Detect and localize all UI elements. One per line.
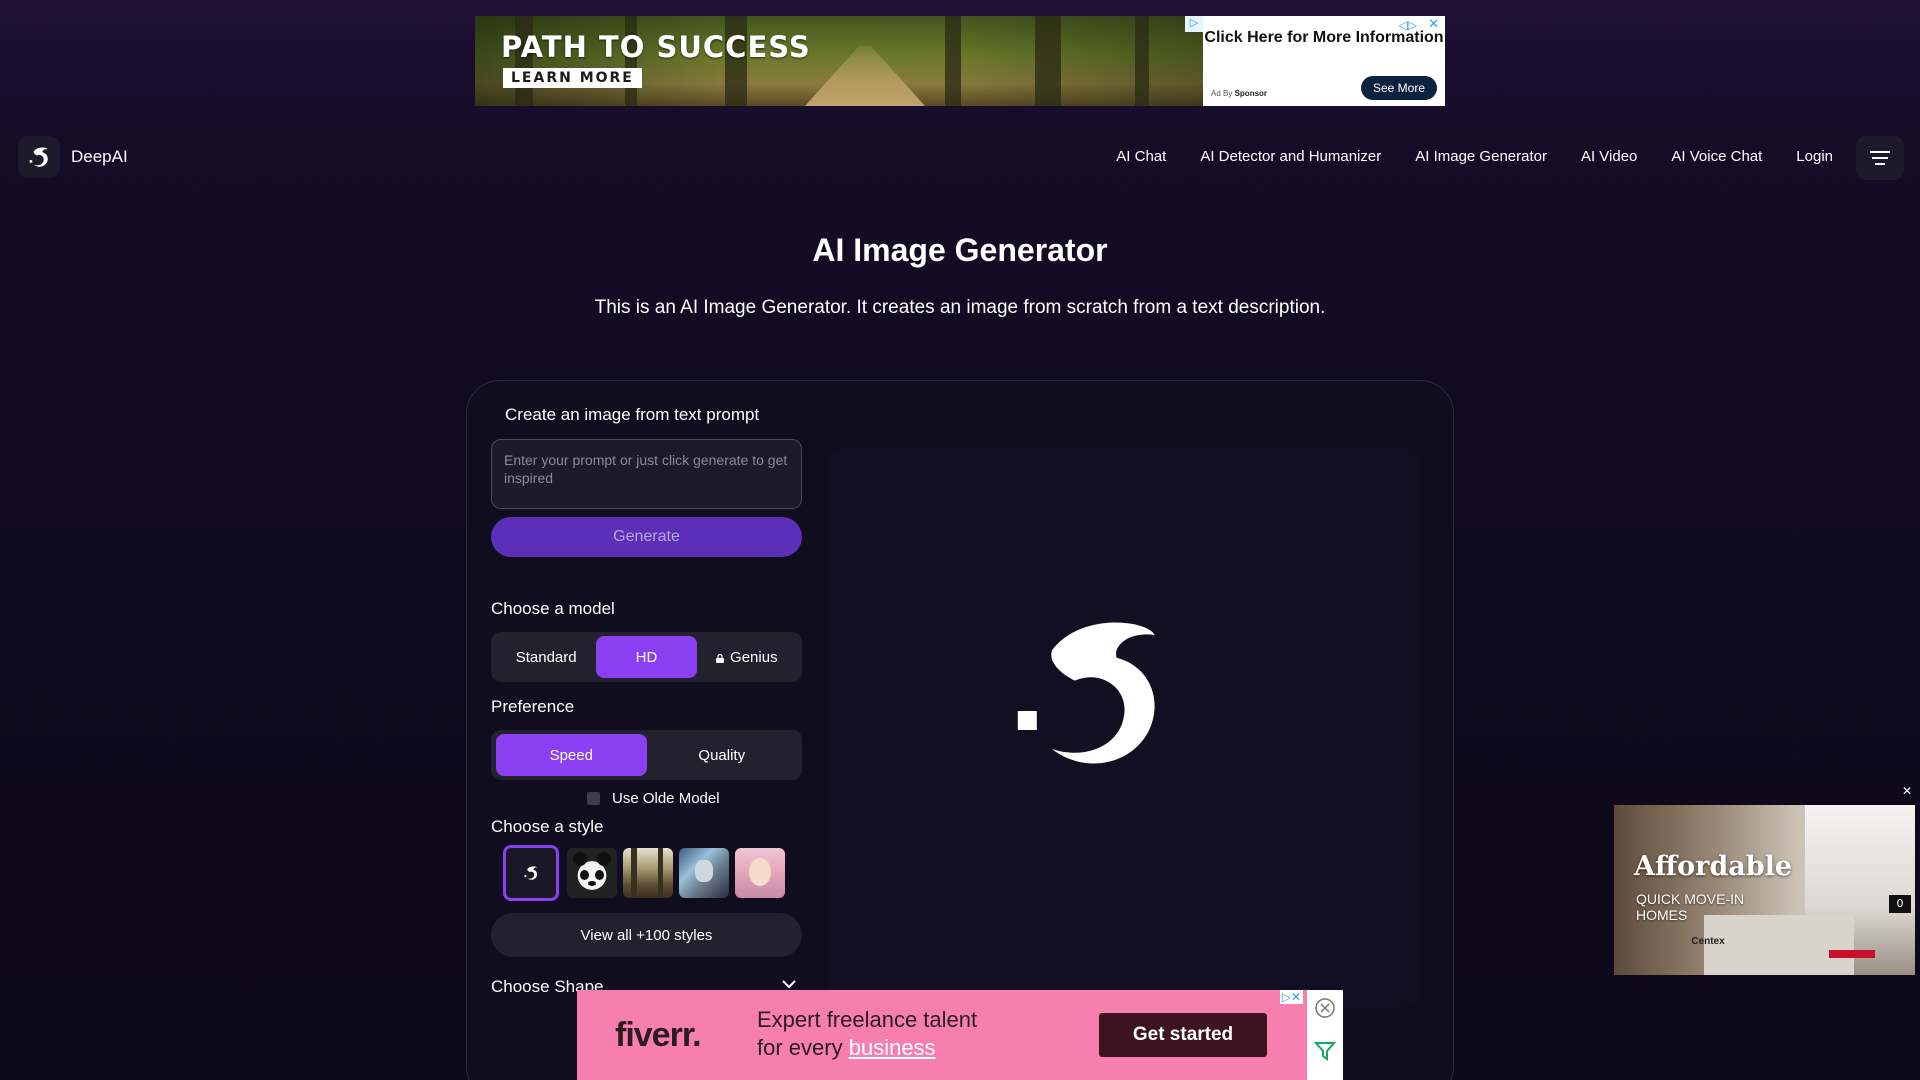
model-label: Choose a model — [491, 599, 615, 618]
style-thumbnails — [503, 845, 785, 901]
style-label: Choose a style — [491, 817, 604, 836]
video-ad-close-icon[interactable]: ✕ — [1902, 784, 1912, 798]
ad-side-text[interactable]: Click Here for More Information — [1203, 28, 1445, 48]
nav-ai-video[interactable]: AI Video — [1581, 148, 1637, 165]
panel-title: Create an image from text prompt — [505, 405, 760, 424]
olde-model-checkbox[interactable] — [587, 792, 600, 805]
generator-card: Create an image from text prompt Generat… — [466, 380, 1454, 1080]
ad-sponsor: Ad By Sponsor — [1211, 89, 1268, 98]
nav-ai-voice-chat[interactable]: AI Voice Chat — [1671, 148, 1762, 165]
image-output-area — [829, 447, 1419, 1007]
preference-option-quality[interactable]: Quality — [647, 734, 798, 776]
video-ad-counter: 0 — [1889, 895, 1911, 913]
nav-ai-chat[interactable]: AI Chat — [1116, 148, 1166, 165]
model-option-hd[interactable]: HD — [596, 636, 697, 678]
adchoices-icon[interactable]: ▷ — [1185, 16, 1203, 32]
hamburger-icon — [1870, 151, 1890, 165]
preference-option-speed[interactable]: Speed — [496, 734, 647, 776]
style-option-forest[interactable] — [623, 848, 673, 898]
bottom-banner-ad[interactable]: fiverr. Expert freelance talent for ever… — [577, 990, 1343, 1080]
style-option-robot[interactable] — [679, 848, 729, 898]
ad-business-link[interactable]: business — [849, 1035, 936, 1060]
funnel-icon[interactable] — [1314, 1040, 1336, 1062]
video-ad-brand: Centex — [1691, 936, 1725, 947]
video-ad[interactable]: Affordable QUICK MOVE-IN HOMES Centex 0 — [1614, 805, 1915, 975]
nav-ai-image-generator[interactable]: AI Image Generator — [1415, 148, 1547, 165]
close-circle-icon[interactable] — [1314, 997, 1336, 1019]
ad-side-panel[interactable]: ◁▷ ✕ Click Here for More Information Ad … — [1203, 16, 1445, 106]
deepai-logo-button[interactable] — [18, 136, 60, 178]
view-all-styles-button[interactable]: View all +100 styles — [491, 913, 802, 957]
video-ad-headline: Affordable — [1634, 851, 1793, 882]
nav-login[interactable]: Login — [1796, 148, 1833, 165]
olde-model-label: Use Olde Model — [612, 790, 720, 807]
style-option-panda[interactable] — [567, 848, 617, 898]
deepai-logo-icon — [524, 866, 538, 880]
generate-button[interactable]: Generate — [491, 517, 802, 557]
hamburger-menu-button[interactable] — [1856, 136, 1904, 180]
adchoices-icon[interactable]: ▷✕ — [1279, 990, 1303, 1004]
brand-name[interactable]: DeepAI — [71, 147, 128, 167]
olde-model-row[interactable]: Use Olde Model — [587, 790, 720, 807]
page-description: This is an AI Image Generator. It create… — [594, 297, 1326, 318]
ad-get-started-button[interactable]: Get started — [1099, 1013, 1267, 1057]
style-option-default[interactable] — [503, 845, 559, 901]
main-nav: AI Chat AI Detector and Humanizer AI Ima… — [1116, 148, 1833, 165]
site-header: DeepAI AI Chat AI Detector and Humanizer… — [0, 136, 1920, 180]
chevron-down-icon — [782, 980, 796, 989]
model-option-genius[interactable]: Genius — [697, 636, 797, 678]
top-banner-ad[interactable]: PATH TO SUCCESS LEARN MORE ▷ ◁▷ ✕ Click … — [475, 16, 1445, 106]
fiverr-logo[interactable]: fiverr. — [615, 1016, 702, 1055]
prompt-input[interactable] — [491, 439, 802, 509]
deepai-large-logo-icon — [1017, 622, 1155, 764]
video-ad-brand-bar — [1829, 950, 1875, 958]
lock-icon — [716, 653, 725, 663]
ad-message: Expert freelance talent for every busine… — [757, 1007, 978, 1060]
ad-forest-image[interactable]: PATH TO SUCCESS LEARN MORE — [475, 16, 1203, 106]
model-option-standard[interactable]: Standard — [496, 636, 596, 678]
ad-see-more-button[interactable]: See More — [1360, 76, 1437, 100]
model-option-genius-label: Genius — [730, 648, 778, 666]
ad-learn-more-button[interactable]: LEARN MORE — [503, 68, 642, 88]
model-selector: Standard HD Genius — [491, 632, 802, 682]
ad-headline: PATH TO SUCCESS — [501, 30, 811, 64]
video-ad-subline: QUICK MOVE-IN HOMES — [1636, 891, 1745, 923]
nav-ai-detector-humanizer[interactable]: AI Detector and Humanizer — [1200, 148, 1381, 165]
preference-selector: Speed Quality — [491, 730, 802, 780]
ad-control-strip — [1307, 990, 1343, 1080]
page-title: AI Image Generator — [812, 232, 1108, 268]
preference-label: Preference — [491, 697, 575, 716]
deepai-logo-icon — [29, 147, 48, 167]
style-option-portrait[interactable] — [735, 848, 785, 898]
